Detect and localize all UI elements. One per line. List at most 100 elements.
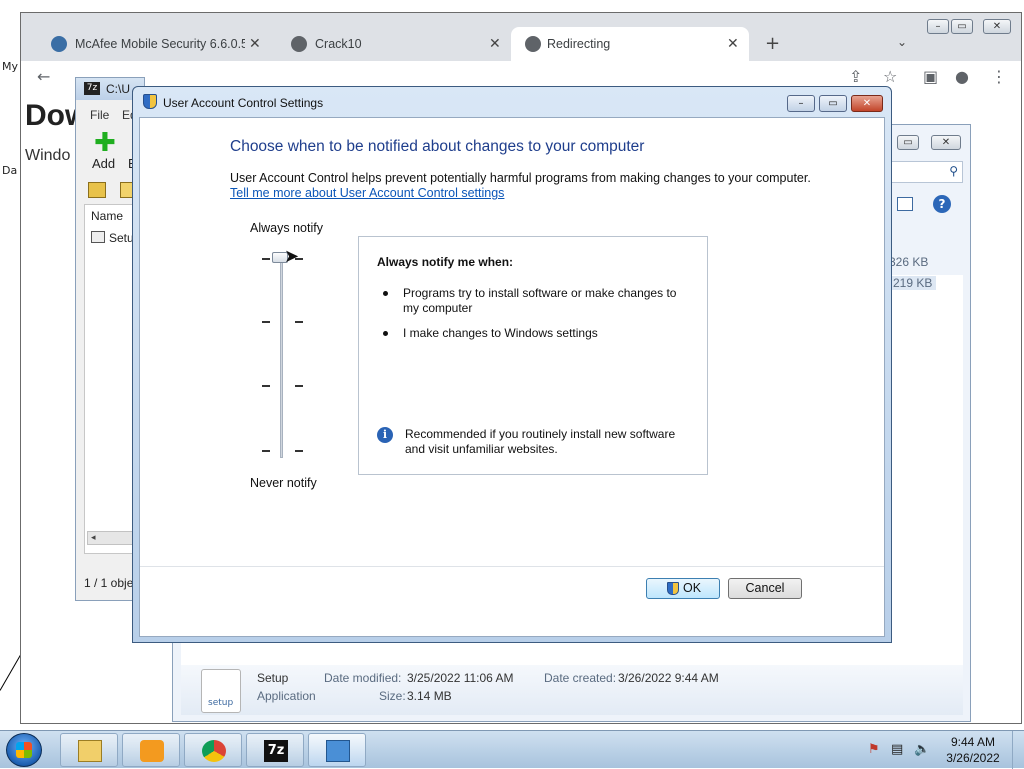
tab-crack10[interactable]: Crack10 ✕ [269, 27, 509, 61]
network-icon[interactable]: ▤ [891, 742, 903, 757]
tab-title: Redirecting [547, 37, 611, 51]
clock-date[interactable]: 3/26/2022 [944, 751, 1002, 765]
minimize-button[interactable]: – [927, 19, 949, 34]
add-button-label[interactable]: Add [92, 156, 115, 171]
side-panel-icon[interactable]: ▣ [923, 67, 938, 86]
setup-icon-label: setup [208, 698, 234, 708]
close-button[interactable]: ✕ [851, 95, 883, 112]
close-button[interactable]: ✕ [983, 19, 1011, 34]
uac-settings-dialog: User Account Control Settings – ▭ ✕ Choo… [132, 86, 892, 643]
desktop-fragment: My [2, 60, 19, 73]
action-center-icon[interactable]: ⚑ [868, 742, 880, 757]
file-size: 326 KB [889, 255, 929, 269]
taskbar-explorer[interactable] [60, 733, 118, 767]
tab-title: McAfee Mobile Security 6.6.0.581 [75, 37, 245, 51]
taskbar-chrome[interactable] [184, 733, 242, 767]
uac-shield-icon [667, 582, 679, 595]
maximize-button[interactable]: ▭ [819, 95, 847, 112]
close-tab-icon[interactable]: ✕ [489, 35, 501, 52]
menu-icon[interactable]: ⋮ [991, 67, 1007, 86]
search-input[interactable]: ⚲ [891, 161, 963, 183]
slider-top-label: Always notify [250, 221, 323, 235]
bookmark-star-icon[interactable]: ☆ [883, 67, 897, 86]
detail-type: Application [257, 689, 316, 703]
taskbar-sevenzip[interactable]: 7z [246, 733, 304, 767]
slider-tick [262, 385, 270, 387]
up-folder-icon[interactable] [88, 182, 106, 198]
close-tab-icon[interactable]: ✕ [727, 35, 739, 52]
maximize-button[interactable]: ▭ [951, 19, 973, 34]
tab-mcafee[interactable]: McAfee Mobile Security 6.6.0.581 ✕ [29, 27, 269, 61]
sevenzip-icon: 7z [84, 82, 100, 95]
slider-bottom-label: Never notify [250, 476, 317, 490]
uac-learn-more-link[interactable]: Tell me more about User Account Control … [230, 186, 504, 200]
file-size: 219 KB [889, 276, 937, 290]
explorer-icon [78, 740, 102, 762]
detail-created: 3/26/2022 9:44 AM [618, 671, 719, 685]
bullet-icon [383, 331, 388, 336]
taskbar-media-player[interactable] [122, 733, 180, 767]
maximize-button[interactable]: ▭ [897, 135, 919, 150]
detail-name: Setup [257, 671, 289, 685]
slider-tick [295, 321, 303, 323]
uac-heading: Choose when to be notified about changes… [230, 138, 645, 155]
help-icon[interactable]: ? [933, 195, 951, 213]
add-icon[interactable]: ✚ [94, 130, 116, 156]
windows-logo-icon [16, 742, 32, 758]
tab-strip: McAfee Mobile Security 6.6.0.581 ✕ Crack… [21, 13, 1021, 61]
info-icon: i [377, 427, 393, 443]
recommendation-text: Recommended if you routinely install new… [405, 427, 676, 456]
setup-icon: setup [201, 669, 241, 713]
divider [140, 566, 884, 567]
detail-created-label: Date created: [544, 671, 617, 685]
show-desktop-button[interactable] [1012, 731, 1024, 769]
minimize-button[interactable]: – [787, 95, 815, 112]
ok-label: OK [682, 581, 702, 595]
detail-size: 3.14 MB [407, 689, 452, 703]
uac-description: User Account Control helps prevent poten… [230, 171, 811, 185]
chrome-icon [202, 740, 226, 762]
notification-info-box: Always notify me when: Programs try to i… [358, 236, 708, 475]
detail-size-label: Size: [379, 689, 406, 703]
slider-tick [295, 385, 303, 387]
tab-title: Crack10 [315, 37, 362, 51]
tab-search-icon[interactable]: ⌄ [897, 35, 907, 49]
slider-tick [295, 450, 303, 452]
close-tab-icon[interactable]: ✕ [249, 35, 261, 52]
start-button[interactable] [6, 733, 42, 767]
wordpress-icon [51, 36, 67, 52]
page-subheading: Windo [25, 147, 71, 164]
status-bar: 1 / 1 obje [84, 576, 134, 590]
uac-titlebar: User Account Control Settings – ▭ ✕ [133, 87, 891, 115]
ok-button[interactable]: OK [646, 578, 720, 599]
uac-title: User Account Control Settings [163, 96, 324, 110]
detail-modified-label: Date modified: [324, 671, 402, 685]
back-icon[interactable]: ← [37, 67, 50, 86]
slider-tick [262, 321, 270, 323]
slider-tick [262, 450, 270, 452]
desktop-fragment: Da [2, 164, 18, 177]
notify-slider[interactable] [280, 258, 283, 458]
slider-tick [262, 258, 270, 260]
globe-icon [291, 36, 307, 52]
new-tab-button[interactable]: + [765, 33, 780, 54]
info-box-title: Always notify me when: [377, 255, 514, 269]
cancel-button[interactable]: Cancel [728, 578, 802, 599]
tab-redirecting[interactable]: Redirecting ✕ [511, 27, 749, 61]
details-pane: setup Setup Application Date modified: 3… [181, 665, 963, 715]
taskbar-control-panel[interactable] [308, 733, 366, 767]
sevenzip-icon: 7z [264, 740, 288, 762]
share-icon[interactable]: ⇪ [849, 67, 862, 86]
profile-icon[interactable]: ● [955, 67, 969, 86]
menu-file[interactable]: File [90, 108, 109, 122]
preview-pane-icon[interactable] [897, 197, 913, 211]
mouse-cursor-icon: ➤ [284, 246, 300, 267]
uac-shield-icon [143, 94, 157, 109]
column-name[interactable]: Name [91, 209, 123, 223]
search-icon: ⚲ [949, 164, 958, 178]
volume-icon[interactable]: 🔈 [914, 742, 930, 757]
taskbar: 7z ⚑ ▤ 🔈 9:44 AM 3/26/2022 [0, 730, 1024, 769]
clock-time[interactable]: 9:44 AM [944, 735, 1002, 749]
file-icon [91, 231, 105, 243]
close-button[interactable]: ✕ [931, 135, 961, 150]
